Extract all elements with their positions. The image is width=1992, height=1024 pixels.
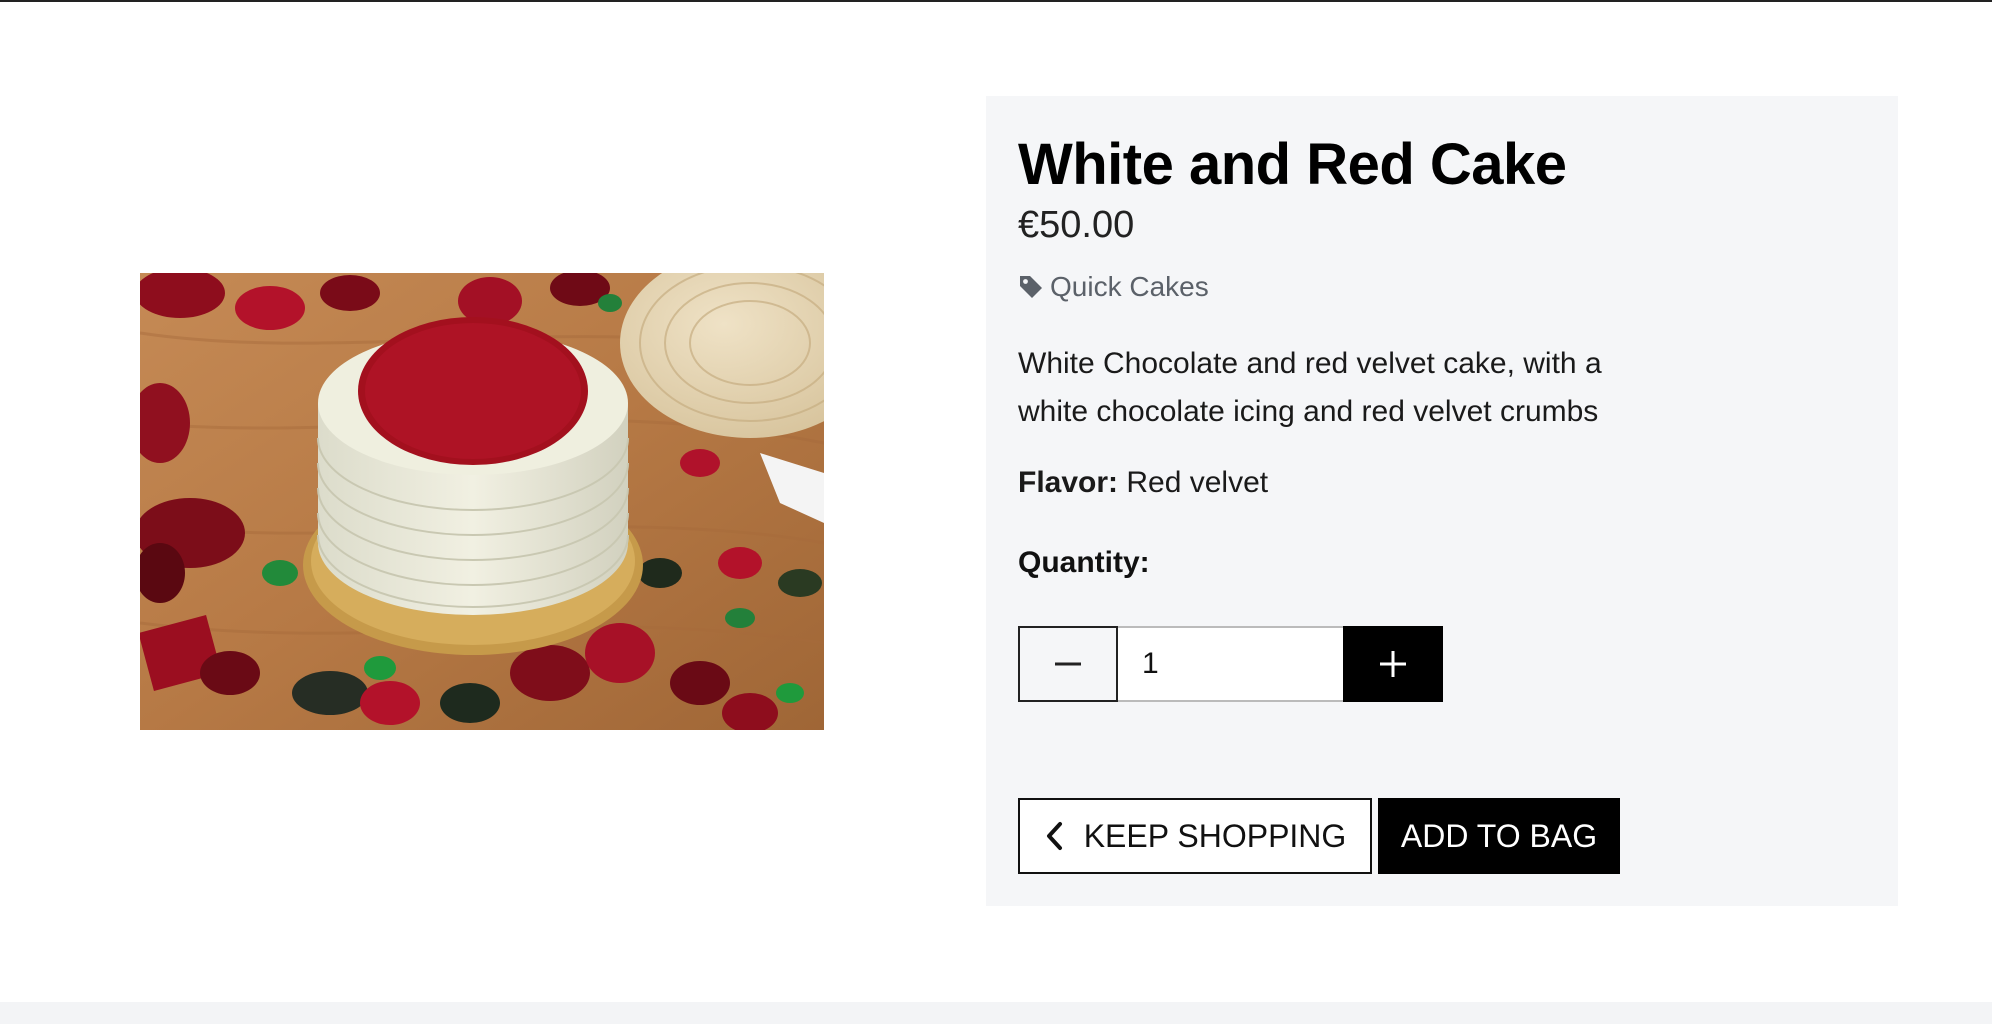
product-detail-page: White and Red Cake €50.00 Quick Cakes Wh… [0,0,1992,1024]
product-category-label: Quick Cakes [1050,271,1209,302]
increment-quantity-button[interactable] [1343,626,1443,702]
product-title: White and Red Cake [1018,132,1567,197]
plus-icon [1380,651,1406,677]
tag-icon [1018,274,1044,300]
flavor-value: Red velvet [1126,466,1269,499]
add-to-bag-button[interactable]: ADD TO BAG [1378,798,1620,874]
product-image [140,273,824,730]
footer-band [0,1002,1992,1024]
chevron-left-icon [1044,821,1066,851]
product-category-link[interactable]: Quick Cakes [1018,271,1209,303]
top-divider [0,0,1992,2]
flavor-info: Flavor: Red velvet [1018,466,1268,500]
keep-shopping-label: KEEP SHOPPING [1083,817,1347,854]
quantity-stepper [1018,626,1443,702]
quantity-label: Quantity: [1018,546,1150,579]
keep-shopping-button[interactable]: KEEP SHOPPING [1018,798,1372,874]
product-description: White Chocolate and red velvet cake, wit… [1018,347,1602,428]
product-details-panel: White and Red Cake €50.00 Quick Cakes Wh… [986,96,1898,906]
product-price: €50.00 [1018,204,1135,246]
flavor-label: Flavor: [1018,466,1119,499]
minus-icon [1055,662,1081,666]
decrement-quantity-button[interactable] [1018,626,1118,702]
quantity-input[interactable] [1118,626,1343,702]
